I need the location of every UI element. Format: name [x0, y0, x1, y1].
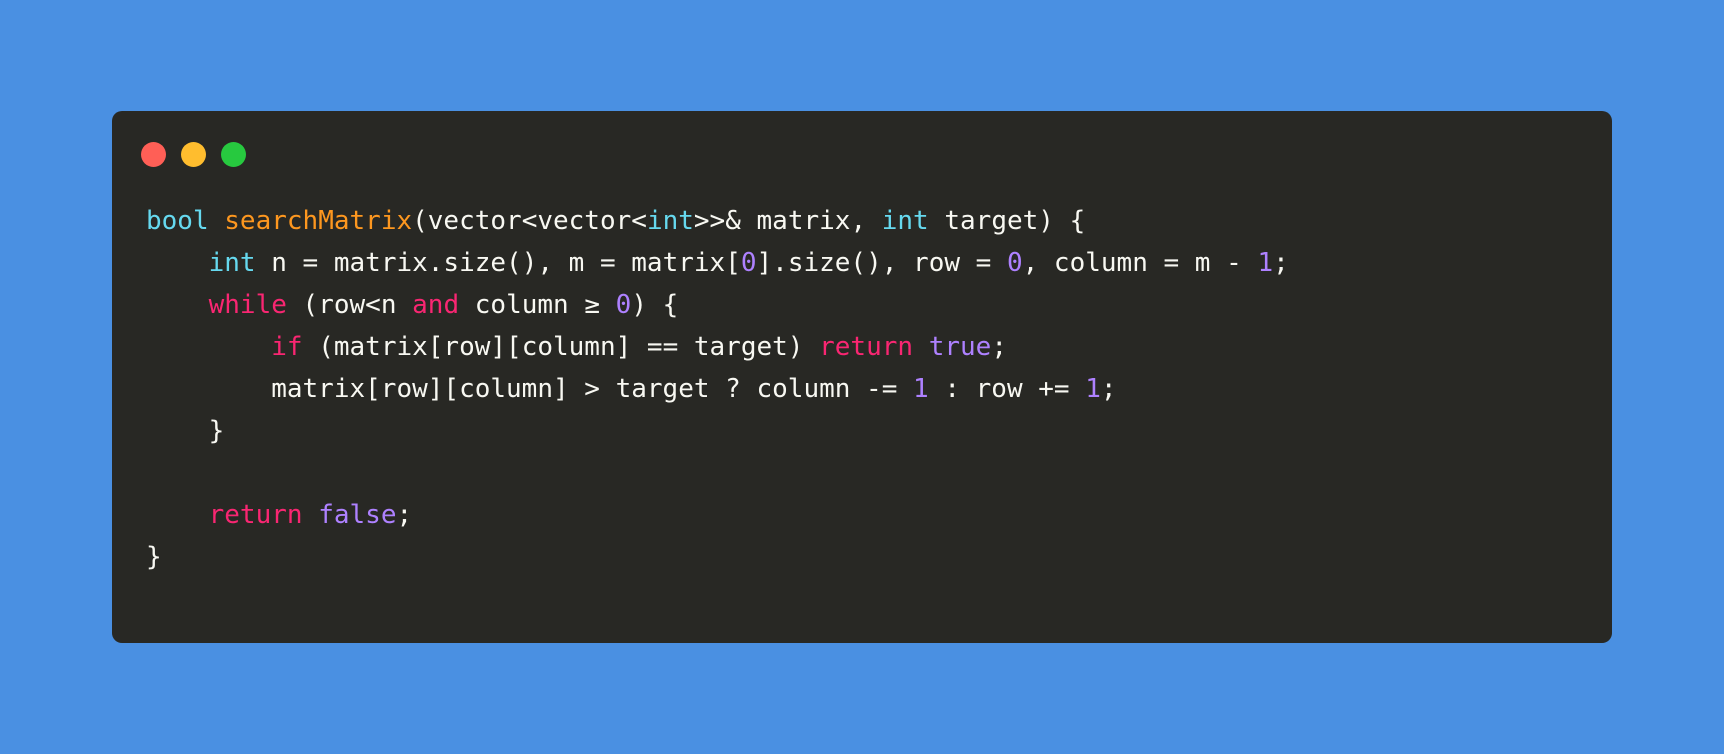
code-token: 0	[1006, 248, 1023, 278]
maximize-dot[interactable]	[221, 142, 246, 167]
code-token: >>& matrix,	[693, 206, 882, 236]
code-token: (row<n	[286, 290, 413, 320]
window-controls	[141, 142, 246, 167]
code-token: 1	[1257, 248, 1274, 278]
code-token: 1	[1085, 374, 1101, 404]
code-token: }	[146, 416, 225, 446]
code-line: if (matrix[row][column] == target) retur…	[146, 326, 1289, 368]
code-token: ) {	[631, 290, 679, 320]
code-token: ;	[991, 332, 1007, 362]
code-line: matrix[row][column] > target ? column -=…	[146, 368, 1289, 410]
code-token: (vector<vector<	[412, 206, 647, 236]
close-dot[interactable]	[141, 142, 166, 167]
code-token: 0	[740, 248, 757, 278]
code-token: 0	[615, 290, 632, 320]
code-token: int	[881, 206, 929, 236]
code-token: ;	[396, 500, 413, 530]
code-token: : row +=	[928, 374, 1086, 404]
code-token: ].size(), row =	[756, 248, 1007, 278]
code-token: , column = m -	[1022, 248, 1258, 278]
code-token: 1	[913, 374, 929, 404]
code-token: matrix[row][column] > target ? column -=	[146, 374, 914, 404]
code-token: if	[271, 332, 303, 362]
code-token: int	[208, 248, 256, 278]
code-token: int	[646, 206, 694, 236]
code-token: ;	[1273, 248, 1289, 278]
code-line: return false;	[146, 494, 1289, 536]
code-line: while (row<n and column ≥ 0) {	[146, 284, 1289, 326]
code-token: target) {	[928, 206, 1086, 236]
code-token: ;	[1100, 374, 1117, 404]
code-token: n = matrix.size(), m = matrix[	[255, 248, 741, 278]
code-token: while	[208, 290, 287, 320]
minimize-dot[interactable]	[181, 142, 206, 167]
code-line: int n = matrix.size(), m = matrix[0].siz…	[146, 242, 1289, 284]
code-token: column ≥	[459, 290, 616, 320]
code-line: bool searchMatrix(vector<vector<int>>& m…	[146, 200, 1289, 242]
code-token: }	[146, 542, 162, 572]
code-token: (matrix[row][column] == target)	[302, 332, 820, 362]
code-block: bool searchMatrix(vector<vector<int>>& m…	[146, 200, 1289, 578]
code-token: return	[208, 500, 303, 530]
code-token: true	[928, 332, 992, 362]
code-window: bool searchMatrix(vector<vector<int>>& m…	[112, 111, 1612, 643]
code-line: }	[146, 536, 1289, 578]
code-token: false	[318, 500, 397, 530]
code-token: searchMatrix	[224, 206, 413, 236]
code-line: }	[146, 410, 1289, 452]
code-token: and	[412, 290, 460, 320]
code-token: return	[819, 332, 914, 362]
code-token: bool	[146, 206, 209, 236]
